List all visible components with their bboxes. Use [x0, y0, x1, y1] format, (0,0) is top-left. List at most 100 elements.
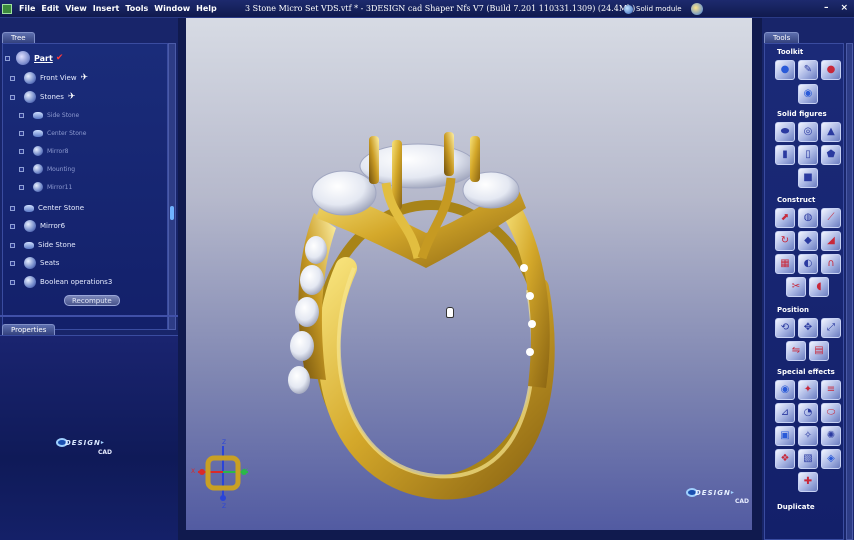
expander[interactable] — [10, 94, 15, 100]
revolve-button[interactable]: ↻ — [775, 231, 795, 251]
cylinder-button[interactable]: ▯ — [798, 145, 818, 165]
tree-item-mounting[interactable]: Mounting — [19, 162, 75, 176]
menu-file[interactable]: File — [16, 4, 38, 13]
expander[interactable] — [10, 75, 15, 81]
tree-item-side-stone[interactable]: Side Stone — [10, 238, 76, 252]
pave-hole — [528, 320, 536, 328]
scroll-thumb[interactable] — [170, 206, 174, 220]
cube-button[interactable]: ■ — [798, 168, 818, 188]
pill-button[interactable]: ⬬ — [775, 122, 795, 142]
wedge-button[interactable]: ◢ — [821, 231, 841, 251]
rotate-button[interactable]: ⟲ — [775, 318, 795, 338]
expander[interactable] — [10, 205, 15, 211]
expander[interactable] — [19, 148, 24, 154]
tab-properties[interactable]: Properties — [2, 324, 56, 335]
fillet-button[interactable]: ◖ — [809, 277, 829, 297]
tab-tools[interactable]: Tools — [764, 32, 800, 43]
gem-button[interactable]: ◈ — [821, 449, 841, 469]
cut-button[interactable]: ✂ — [786, 277, 806, 297]
setting-button[interactable]: ✚ — [798, 472, 818, 492]
twist-button[interactable]: ✦ — [798, 380, 818, 400]
sphere-red-button[interactable]: ● — [821, 60, 841, 80]
pencil-icon: ✎ — [803, 64, 813, 75]
menu-view[interactable]: View — [62, 4, 90, 13]
scale-button[interactable]: ⤢ — [821, 318, 841, 338]
menu-window[interactable]: Window — [151, 4, 193, 13]
tree-item-label: Front View — [40, 74, 77, 82]
tree-item-stones[interactable]: Stones ✈ — [10, 90, 75, 104]
tree-item-mirror8[interactable]: Mirror8 — [19, 144, 69, 158]
menu-tools[interactable]: Tools — [122, 4, 151, 13]
sweep-button[interactable]: ⟋ — [821, 208, 841, 228]
pencil-button[interactable]: ✎ — [798, 60, 818, 80]
tree-item-center-stone[interactable]: Center Stone — [10, 201, 84, 215]
align-button[interactable]: ▤ — [809, 341, 829, 361]
3d-viewport[interactable]: Z X Y Z DESIGN ▸ CAD — [186, 18, 752, 530]
extrude-button[interactable]: ⬈ — [775, 208, 795, 228]
menu-insert[interactable]: Insert — [90, 4, 123, 13]
tree-item-label: Center Stone — [38, 204, 84, 212]
pave-button[interactable]: ✺ — [821, 426, 841, 446]
expander[interactable] — [10, 242, 15, 248]
deform-button[interactable]: ◉ — [775, 380, 795, 400]
expander[interactable] — [5, 55, 10, 61]
tree-view: Part ✔ Front View ✈ Stones ✈ Side Stone … — [2, 43, 168, 330]
pave-hole — [520, 264, 528, 272]
cone-button[interactable]: ▲ — [821, 122, 841, 142]
prism-button[interactable]: ⬟ — [821, 145, 841, 165]
menu-edit[interactable]: Edit — [38, 4, 62, 13]
expander[interactable] — [19, 166, 24, 172]
logo-text: DESIGN — [65, 438, 101, 447]
texture-button[interactable]: ▣ — [775, 426, 795, 446]
tree-item-seats[interactable]: Seats — [10, 256, 59, 270]
globe-button[interactable]: ◉ — [798, 84, 818, 104]
torus-button[interactable]: ◎ — [798, 122, 818, 142]
engrave-button[interactable]: ✧ — [798, 426, 818, 446]
expander[interactable] — [19, 130, 24, 136]
tools-panel: Tools Toolkit ● ✎ ● ◉ Solid figures ⬬ ◎ … — [762, 18, 854, 540]
menubar: File Edit View Insert Tools Window Help … — [0, 0, 854, 18]
tree-item-label: Stones — [40, 93, 64, 101]
blend-button[interactable]: ▦ — [775, 254, 795, 274]
recompute-button[interactable]: Recompute — [64, 295, 120, 306]
refresh-icon[interactable] — [690, 3, 703, 15]
minimize-button[interactable]: – — [824, 3, 829, 13]
tools-scrollbar[interactable] — [846, 43, 853, 540]
move-button[interactable]: ✥ — [798, 318, 818, 338]
cut-icon: ✂ — [791, 281, 801, 292]
prong — [444, 132, 454, 176]
solid-module-button[interactable]: Solid module — [624, 3, 703, 15]
expander[interactable] — [19, 184, 24, 190]
panel-splitter[interactable] — [0, 315, 178, 317]
expander[interactable] — [10, 223, 15, 229]
skin-button[interactable]: ◐ — [798, 254, 818, 274]
gem-icon: ◈ — [827, 453, 835, 464]
solid-sphere-button[interactable]: ● — [775, 60, 795, 80]
box-face-button[interactable]: ▮ — [775, 145, 795, 165]
close-button[interactable]: × — [840, 3, 848, 13]
bend-button[interactable]: ≡ — [821, 380, 841, 400]
shell-button[interactable]: ∩ — [821, 254, 841, 274]
tree-item-mirror6[interactable]: Mirror6 — [10, 219, 65, 233]
tab-tree[interactable]: Tree — [2, 32, 35, 43]
tree-item-center-stone-sub[interactable]: Center Stone — [19, 126, 86, 140]
tree-item-part[interactable]: Part ✔ — [5, 51, 63, 65]
axis-z-top-label: Z — [222, 439, 227, 446]
pattern-button[interactable]: ▧ — [798, 449, 818, 469]
mirror-button[interactable]: ⇋ — [786, 341, 806, 361]
tree-scrollbar[interactable] — [168, 43, 176, 330]
morph-button[interactable]: ◔ — [798, 403, 818, 423]
loft-button[interactable]: ◆ — [798, 231, 818, 251]
pipe-button[interactable]: ◍ — [798, 208, 818, 228]
expander[interactable] — [10, 279, 15, 285]
tree-item-side-stone-sub[interactable]: Side Stone — [19, 108, 79, 122]
taper-button[interactable]: ⊿ — [775, 403, 795, 423]
bevel-button[interactable]: ❖ — [775, 449, 795, 469]
tree-item-front-view[interactable]: Front View ✈ — [10, 71, 88, 85]
emboss-button[interactable]: ⬭ — [821, 403, 841, 423]
expander[interactable] — [19, 112, 24, 118]
menu-help[interactable]: Help — [193, 4, 220, 13]
expander[interactable] — [10, 260, 15, 266]
tree-item-boolean-operations3[interactable]: Boolean operations3 — [10, 275, 112, 289]
tree-item-mirror11[interactable]: Mirror11 — [19, 180, 72, 194]
